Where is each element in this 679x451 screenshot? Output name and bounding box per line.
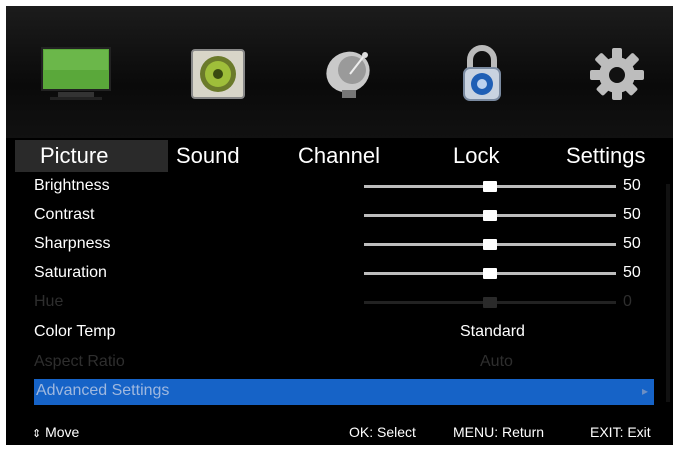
menu-return-hint: MENU: Return: [453, 424, 545, 440]
chevron-right-icon: ▸: [641, 384, 648, 398]
tab-settings[interactable]: Settings: [566, 140, 646, 172]
color-temp-label: Color Temp: [34, 323, 116, 340]
saturation-label: Saturation: [34, 264, 107, 281]
sharpness-value: 50: [623, 235, 641, 252]
move-hint: ⇕ Move: [32, 424, 80, 440]
slider-knob[interactable]: [483, 210, 497, 221]
advanced-settings-row[interactable]: Advanced Settings ▸: [34, 379, 654, 405]
contrast-slider[interactable]: [364, 210, 616, 221]
exit-hint: EXIT: Exit: [590, 424, 651, 440]
slider-knob[interactable]: [483, 239, 497, 250]
scrollbar[interactable]: [666, 184, 670, 402]
speaker-icon[interactable]: [178, 42, 258, 106]
sharpness-slider[interactable]: [364, 239, 616, 250]
slider-knob[interactable]: [483, 181, 497, 192]
advanced-settings-label: Advanced Settings: [36, 382, 170, 399]
padlock-icon[interactable]: [442, 42, 522, 106]
contrast-label: Contrast: [34, 206, 95, 223]
brightness-slider[interactable]: [364, 181, 616, 192]
slider-knob[interactable]: [483, 268, 497, 279]
monitor-icon[interactable]: [36, 42, 116, 106]
contrast-value: 50: [623, 206, 641, 223]
aspect-ratio-value: Auto: [480, 353, 513, 370]
brightness-value: 50: [623, 177, 641, 194]
gear-icon[interactable]: [576, 42, 656, 106]
footer-hints: ⇕ Move OK: Select MENU: Return EXIT: Exi…: [6, 418, 673, 445]
sharpness-label: Sharpness: [34, 235, 111, 252]
tab-picture[interactable]: Picture: [15, 140, 168, 172]
tv-menu: Picture Sound Channel Lock Settings Brig…: [6, 6, 673, 445]
color-temp-row[interactable]: Color Temp Standard: [6, 319, 673, 348]
select-hint: OK: Select: [349, 424, 416, 440]
hue-row: Hue 0: [6, 289, 673, 318]
saturation-slider[interactable]: [364, 268, 616, 279]
brightness-row[interactable]: Brightness 50: [6, 173, 673, 202]
hue-value: 0: [623, 293, 632, 310]
brightness-label: Brightness: [34, 177, 110, 194]
tab-bar: Picture Sound Channel Lock Settings: [6, 140, 673, 172]
saturation-value: 50: [623, 264, 641, 281]
satellite-dish-icon[interactable]: [310, 42, 390, 106]
tab-lock[interactable]: Lock: [453, 140, 499, 172]
hue-slider: [364, 297, 616, 308]
color-temp-value: Standard: [460, 323, 525, 340]
sharpness-row[interactable]: Sharpness 50: [6, 231, 673, 260]
hue-label: Hue: [34, 293, 64, 310]
aspect-ratio-label: Aspect Ratio: [34, 353, 125, 370]
tab-channel[interactable]: Channel: [298, 140, 380, 172]
slider-knob: [483, 297, 497, 308]
aspect-ratio-row: Aspect Ratio Auto: [6, 349, 673, 378]
tab-sound[interactable]: Sound: [176, 140, 240, 172]
up-down-arrows-icon: ⇕: [32, 428, 42, 440]
saturation-row[interactable]: Saturation 50: [6, 260, 673, 289]
icon-bar: [6, 6, 673, 138]
contrast-row[interactable]: Contrast 50: [6, 202, 673, 231]
